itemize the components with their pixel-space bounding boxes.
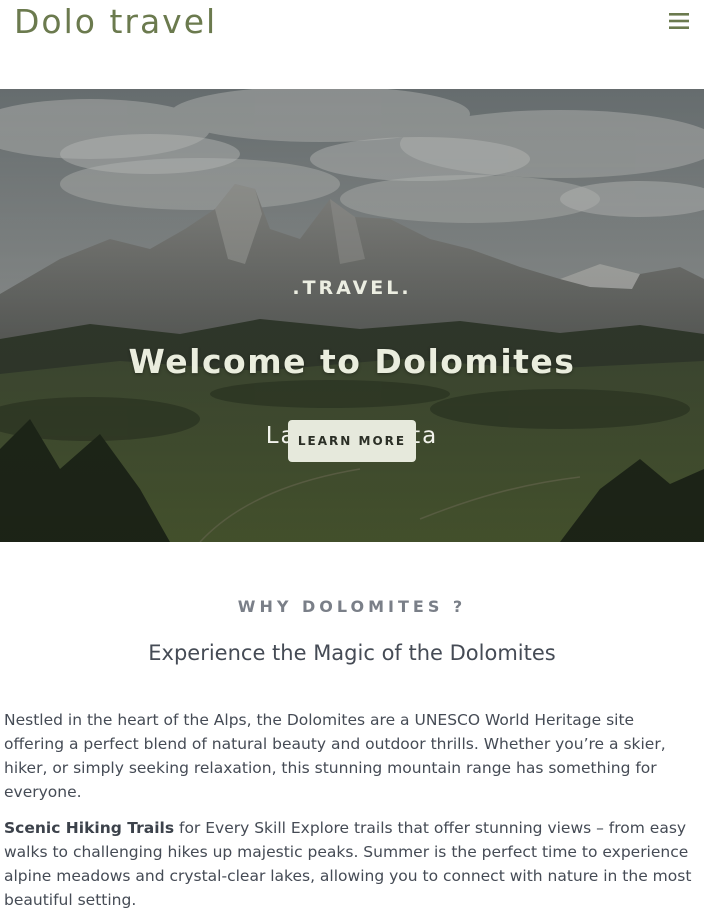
hamburger-menu-icon	[669, 13, 689, 29]
hiking-feature-paragraph: Scenic Hiking Trails for Every Skill Exp…	[4, 816, 694, 912]
learn-more-button[interactable]: LEARN MORE	[288, 420, 416, 462]
section-eyebrow: WHY DOLOMITES ?	[237, 597, 467, 616]
hero-title: Welcome to Dolomites	[128, 342, 576, 381]
hero-banner: .TRAVEL. Welcome to Dolomites La dolce v…	[0, 89, 704, 542]
intro-paragraph: Nestled in the heart of the Alps, the Do…	[4, 711, 666, 801]
dolomites-landscape-image	[0, 89, 704, 542]
section-title: Experience the Magic of the Dolomites	[148, 641, 556, 665]
top-navigation-bar: Dolo travel	[0, 0, 704, 90]
feature-heading: Scenic Hiking Trails	[4, 819, 175, 837]
hero-kicker-text: .TRAVEL.	[292, 277, 412, 299]
hamburger-menu-button[interactable]	[668, 10, 690, 32]
brand-logo-link[interactable]: Dolo travel	[14, 2, 217, 41]
